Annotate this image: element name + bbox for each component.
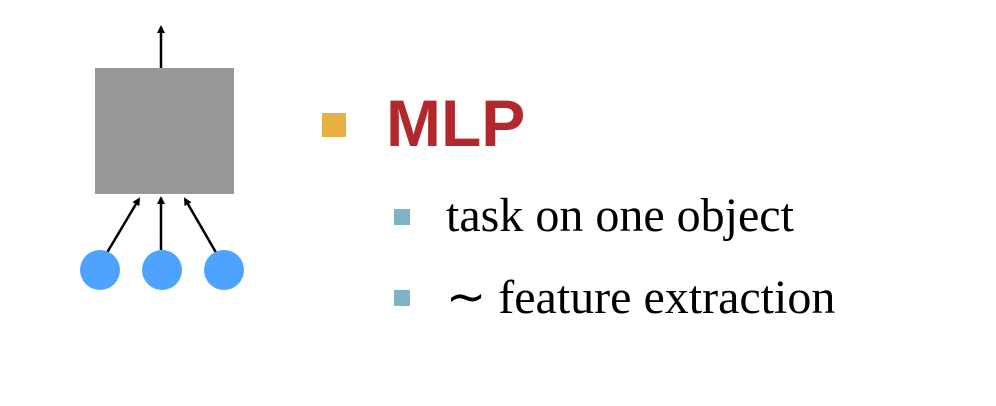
square-bullet-icon [394, 290, 410, 306]
slide-title: MLP [386, 86, 526, 160]
bullet-text: task on one object [446, 189, 794, 242]
input-arrow-right [183, 197, 220, 257]
input-node [80, 250, 120, 290]
square-bullet-icon [322, 113, 346, 137]
input-arrow-left [103, 197, 141, 257]
square-bullet-icon [394, 209, 410, 225]
mlp-diagram [80, 25, 244, 290]
slide-canvas: MLP task on one object ∼ feature extract… [0, 0, 996, 406]
input-node [142, 250, 182, 290]
input-node [204, 250, 244, 290]
bullet-text: ∼ feature extraction [446, 271, 836, 324]
mlp-block [95, 68, 234, 194]
